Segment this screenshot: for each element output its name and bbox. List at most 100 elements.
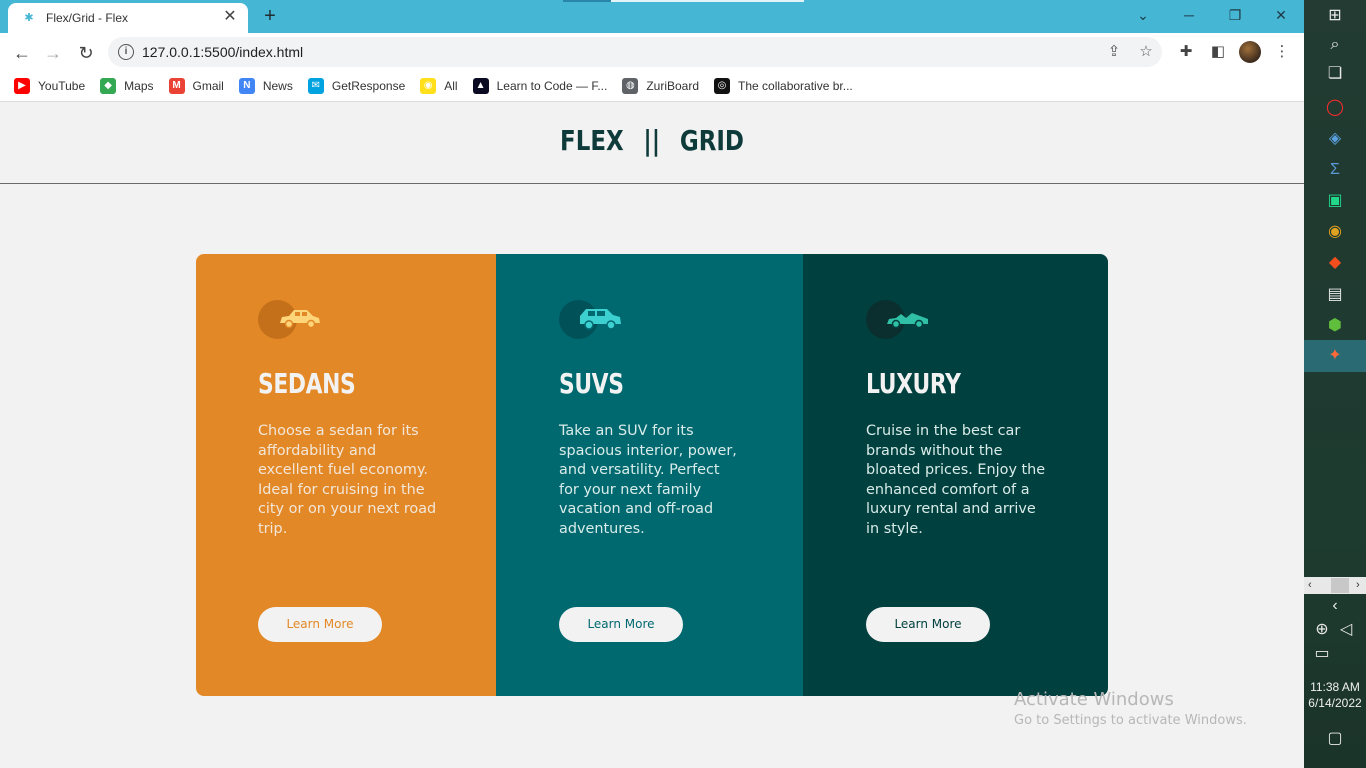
bookmark-item[interactable]: ◆ Maps xyxy=(100,78,154,94)
app-cube-icon[interactable]: ⬢ xyxy=(1323,314,1347,338)
logo-separator: || xyxy=(643,124,661,157)
tab-title: Flex/Grid - Flex xyxy=(46,11,129,25)
watermark-subtitle: Go to Settings to activate Windows. xyxy=(1014,713,1247,728)
vscode-live-icon[interactable]: ✦ xyxy=(1323,344,1347,368)
page-header: FLEX || GRID xyxy=(0,102,1304,184)
browser-toolbar: ← → ↻ i 127.0.0.1:5500/index.html ⇪ ☆ ✚ … xyxy=(0,33,1304,71)
page-logo: FLEX || GRID xyxy=(117,124,1186,157)
bookmark-item[interactable]: ▲ Learn to Code — F... xyxy=(472,78,608,94)
suv-car-icon xyxy=(559,300,629,340)
tab-strip: ✱ Flex/Grid - Flex ✕ + ⌄ ─ ❐ ✕ xyxy=(0,0,1304,33)
battery-icon[interactable]: ▭ xyxy=(1310,642,1334,666)
taskbar-scrollbar[interactable]: ‹ › xyxy=(1304,577,1366,594)
clock-time: 11:38 AM xyxy=(1310,680,1360,694)
card-suvs: SUVS Take an SUV for its spacious interi… xyxy=(496,254,803,696)
youtube-icon: ▶ xyxy=(14,78,30,94)
bookmarks-bar: ▶ YouTube ◆ Maps M Gmail N News ✉ GetResponse ◉ All… xyxy=(0,71,1304,102)
gmail-icon: M xyxy=(168,78,185,94)
card-text-sedans: Choose a sedan for its affordability and… xyxy=(258,423,437,537)
bookmark-item[interactable]: M Gmail xyxy=(168,78,224,94)
chrome-icon[interactable]: ◉ xyxy=(1323,220,1347,244)
sigma-app-icon[interactable]: Σ xyxy=(1323,158,1347,182)
card-title-luxury: LUXURY xyxy=(866,367,961,400)
figma-icon[interactable]: ◆ xyxy=(1323,251,1347,275)
maps-icon: ◆ xyxy=(100,78,117,94)
bookmark-label: GetResponse xyxy=(331,79,406,93)
side-panel-icon[interactable]: ◧ xyxy=(1207,41,1229,63)
new-tab-button[interactable]: + xyxy=(259,6,281,28)
forward-arrow-icon[interactable]: → xyxy=(40,40,66,66)
terminal-icon[interactable]: ▤ xyxy=(1323,283,1347,307)
network-globe-icon[interactable]: ⊕ xyxy=(1310,618,1334,642)
volume-icon[interactable]: ◁ xyxy=(1334,618,1358,642)
bookmark-item[interactable]: ✉ GetResponse xyxy=(307,78,406,94)
learn-more-button-luxury[interactable]: Learn More xyxy=(866,607,990,642)
bookmark-label: Gmail xyxy=(192,79,224,93)
pycharm-icon[interactable]: ▣ xyxy=(1323,189,1347,213)
search-icon[interactable]: ⌕ xyxy=(1323,33,1347,57)
tab-strip-highlight-accent xyxy=(563,0,611,2)
extensions-icon[interactable]: ✚ xyxy=(1175,41,1197,63)
getresponse-icon: ✉ xyxy=(307,78,324,94)
opera-icon[interactable]: ◯ xyxy=(1323,96,1347,120)
bookmark-item[interactable]: ◉ All xyxy=(420,78,458,94)
python-icon[interactable]: ◈ xyxy=(1323,127,1347,151)
bookmark-label: Learn to Code — F... xyxy=(496,79,608,93)
activate-windows-watermark: Activate Windows Go to Settings to activ… xyxy=(1014,689,1247,728)
tab-active[interactable]: ✱ Flex/Grid - Flex ✕ xyxy=(8,3,248,33)
show-hidden-icons-chevron-icon[interactable]: ‹ xyxy=(1323,594,1347,618)
card-title-sedans: SEDANS xyxy=(258,367,356,400)
scroll-right-icon[interactable]: › xyxy=(1356,577,1360,594)
learn-more-button-sedans[interactable]: Learn More xyxy=(258,607,382,642)
scroll-left-icon[interactable]: ‹ xyxy=(1308,577,1312,594)
bookmark-item[interactable]: N News xyxy=(238,78,293,94)
card-text-suvs: Take an SUV for its spacious interior, p… xyxy=(559,423,737,537)
logo-flex: FLEX xyxy=(560,124,624,157)
mailchimp-icon: ◉ xyxy=(420,78,437,94)
restore-button[interactable]: ❐ xyxy=(1212,0,1258,30)
collab-icon: ◎ xyxy=(714,78,731,94)
tab-search-icon[interactable]: ⌄ xyxy=(1120,0,1166,30)
close-window-button[interactable]: ✕ xyxy=(1258,0,1304,30)
logo-grid: GRID xyxy=(679,124,744,157)
globe-icon: ◍ xyxy=(622,78,639,94)
bookmark-star-icon[interactable]: ☆ xyxy=(1136,42,1156,62)
minimize-button[interactable]: ─ xyxy=(1166,0,1212,30)
bookmark-item[interactable]: ▶ YouTube xyxy=(14,78,85,94)
reload-icon[interactable]: ↻ xyxy=(73,40,99,66)
tab-favicon-icon: ✱ xyxy=(24,12,34,24)
watermark-title: Activate Windows xyxy=(1014,689,1174,710)
tab-close-icon[interactable]: ✕ xyxy=(222,9,238,26)
share-icon[interactable]: ⇪ xyxy=(1104,42,1124,62)
bookmark-item[interactable]: ◎ The collaborative br... xyxy=(714,78,853,94)
learn-more-button-suvs[interactable]: Learn More xyxy=(559,607,683,642)
windows-start-icon[interactable]: ⊞ xyxy=(1323,4,1347,28)
bookmark-label: News xyxy=(262,79,293,93)
news-icon: N xyxy=(238,78,255,94)
url-text[interactable]: 127.0.0.1:5500/index.html xyxy=(142,44,303,60)
bookmark-item[interactable]: ◍ ZuriBoard xyxy=(622,78,699,94)
luxury-car-icon xyxy=(866,300,936,340)
scroll-thumb[interactable] xyxy=(1331,578,1349,593)
menu-kebab-icon[interactable]: ⋮ xyxy=(1271,41,1293,63)
bookmark-label: ZuriBoard xyxy=(646,79,700,93)
back-arrow-icon[interactable]: ← xyxy=(9,40,35,66)
clock-date: 6/14/2022 xyxy=(1308,696,1362,710)
site-info-icon[interactable]: i xyxy=(118,44,134,60)
card-text-luxury: Cruise in the best car brands without th… xyxy=(866,423,1046,537)
cards-container: SEDANS Choose a sedan for its affordabil… xyxy=(196,254,1108,696)
card-luxury: LUXURY Cruise in the best car brands wit… xyxy=(803,254,1108,696)
task-view-icon[interactable]: ❏ xyxy=(1323,62,1347,86)
notifications-icon[interactable]: ▢ xyxy=(1323,727,1347,751)
card-title-suvs: SUVS xyxy=(559,367,624,400)
card-sedans: SEDANS Choose a sedan for its affordabil… xyxy=(196,254,496,696)
taskbar-clock[interactable]: 11:38 AM 6/14/2022 xyxy=(1304,679,1366,711)
browser-window: ✱ Flex/Grid - Flex ✕ + ⌄ ─ ❐ ✕ ← → ↻ i 1… xyxy=(0,0,1304,102)
profile-avatar[interactable] xyxy=(1239,41,1261,63)
windows-taskbar: ⊞ ⌕ ❏ ◯ ◈ Σ ▣ ◉ ◆ ▤ ⬢ ✦ ‹ › ‹ ⊕ ◁ ▭ 11:3… xyxy=(1304,0,1366,768)
bookmark-label: YouTube xyxy=(38,79,86,93)
bookmark-label: The collaborative br... xyxy=(738,79,853,93)
address-bar[interactable]: i 127.0.0.1:5500/index.html ⇪ ☆ xyxy=(108,37,1162,67)
freecodecamp-icon: ▲ xyxy=(472,78,489,94)
sedan-car-icon xyxy=(258,300,328,340)
